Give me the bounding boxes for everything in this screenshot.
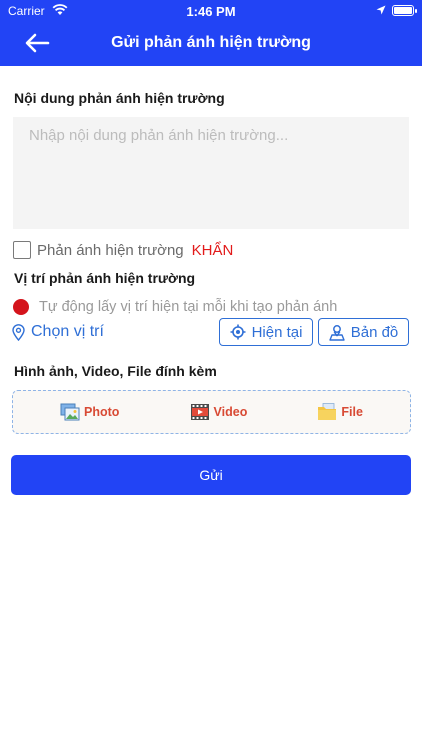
map-button-label: Bản đồ — [350, 323, 399, 341]
map-person-icon — [329, 324, 345, 341]
urgent-tag: KHẨN — [191, 241, 234, 259]
attach-file-button[interactable]: File — [317, 403, 363, 421]
page-title: Gửi phản ánh hiện trường — [111, 34, 311, 51]
video-label: Video — [213, 405, 248, 419]
map-pin-icon — [12, 323, 25, 341]
auto-location-radio[interactable] — [13, 299, 29, 315]
content-label: Nội dung phản ánh hiện trường — [14, 90, 225, 106]
video-icon — [190, 404, 209, 420]
urgent-row[interactable]: Phản ánh hiện trường KHẨN — [13, 239, 233, 261]
auto-location-option[interactable]: Tự động lấy vị trí hiện tại mỗi khi tạo … — [13, 297, 337, 317]
current-location-button[interactable]: Hiện tại — [219, 318, 313, 346]
photo-label: Photo — [84, 405, 120, 419]
current-location-label: Hiện tại — [251, 323, 303, 341]
attachments-label: Hình ảnh, Video, File đính kèm — [14, 363, 217, 379]
submit-button[interactable]: Gửi — [11, 455, 411, 495]
attachments-box: Photo Video File — [12, 390, 411, 434]
top-bar: Carrier 1:46 PM Gửi phản ánh hiện trường — [0, 0, 422, 66]
attach-photo-button[interactable]: Photo — [60, 403, 119, 421]
urgent-checkbox[interactable] — [13, 241, 31, 259]
battery-icon — [392, 5, 417, 16]
urgent-label: Phản ánh hiện trường — [37, 241, 184, 259]
attach-video-button[interactable]: Video — [190, 403, 248, 421]
choose-location-link[interactable]: Chọn vị trí — [12, 321, 104, 343]
location-arrow-icon — [376, 5, 386, 15]
file-label: File — [341, 405, 363, 419]
status-bar: Carrier 1:46 PM — [0, 0, 422, 22]
location-label: Vị trí phản ánh hiện trường — [14, 270, 196, 286]
choose-location-label: Chọn vị trí — [31, 323, 104, 340]
folder-file-icon — [318, 403, 337, 420]
map-button[interactable]: Bản đồ — [318, 318, 409, 346]
crosshair-icon — [230, 324, 246, 340]
photo-icon — [60, 403, 80, 421]
clock: 1:46 PM — [186, 4, 236, 19]
auto-location-text: Tự động lấy vị trí hiện tại mỗi khi tạo … — [39, 299, 338, 315]
content-input[interactable] — [13, 117, 409, 229]
